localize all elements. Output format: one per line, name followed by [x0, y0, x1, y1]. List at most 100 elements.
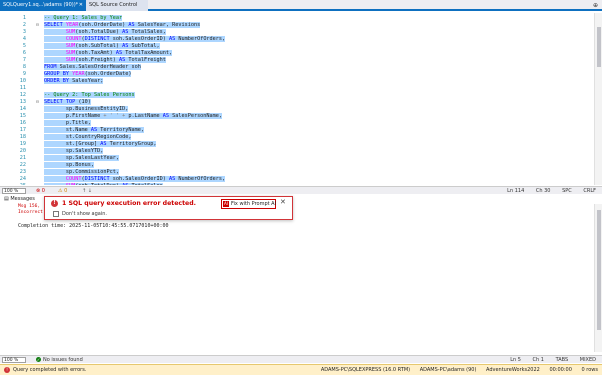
code-text: -- Query 2: Top Sales Persons — [44, 92, 135, 99]
close-popup-icon[interactable]: ✕ — [280, 198, 286, 206]
fix-button-label: Fix with Prompt AI — [231, 201, 277, 207]
fold-toggle-icon[interactable] — [35, 44, 40, 49]
fold-toggle-icon[interactable] — [35, 58, 40, 63]
code-token: SUM — [65, 29, 76, 35]
code-line[interactable]: 15 p.FirstName + ' ' + p.LastName AS Sal… — [0, 113, 594, 120]
fold-toggle-icon[interactable] — [35, 51, 40, 56]
fix-with-prompt-ai-button[interactable]: AI Fix with Prompt AI — [221, 199, 276, 209]
code-line[interactable]: 21 sp.SalesLastYear, — [0, 155, 594, 162]
code-line[interactable]: 12 -- Query 2: Top Sales Persons — [0, 92, 594, 99]
line-number-gutter: 16 — [19, 120, 26, 126]
code-line[interactable]: 13 ⊟ SELECT TOP (10) — [0, 99, 594, 106]
query-editor[interactable]: 1 -- Query 1: Sales by Year 2 ⊟ SELECT YEAR(… — [0, 13, 594, 185]
line-ending[interactable]: MIXED — [580, 357, 596, 363]
code-token: TotalSales — [131, 183, 163, 185]
code-line[interactable]: 6 SUM(soh.TaxAmt) AS TotalTaxAmount, — [0, 50, 594, 57]
fold-toggle-icon[interactable] — [35, 114, 40, 119]
fold-toggle-icon[interactable] — [35, 72, 40, 77]
row-count: 0 rows — [581, 367, 598, 373]
line-number-gutter: 13 — [19, 99, 26, 105]
dont-show-again-label[interactable]: Don't show again. — [62, 210, 107, 218]
code-line[interactable]: 17 st.Name AS TerritoryName, — [0, 127, 594, 134]
fold-toggle-icon[interactable] — [35, 184, 40, 185]
code-token: p.LastName — [125, 113, 163, 119]
no-issues-indicator[interactable]: ✓ No issues found — [36, 356, 83, 364]
editor-cursor-position: Ln 114 Ch 30 SPC CRLF — [497, 187, 596, 195]
column-number: Ch 30 — [535, 188, 551, 194]
warning-count[interactable]: ⚠ 0 — [58, 187, 67, 195]
indent-mode[interactable]: TABS — [556, 357, 569, 363]
line-number-gutter: 3 — [22, 29, 26, 35]
indent-mode[interactable]: SPC — [562, 188, 572, 194]
code-line[interactable]: 19 st.[Group] AS TerritoryGroup, — [0, 141, 594, 148]
code-line[interactable]: 24 COUNT(DISTINCT soh.SalesOrderID) AS N… — [0, 176, 594, 183]
fold-toggle-icon[interactable] — [35, 170, 40, 175]
code-line[interactable]: 23 sp.CommissionPct, — [0, 169, 594, 176]
fold-toggle-icon[interactable] — [35, 163, 40, 168]
pin-icon[interactable]: ⊕ — [593, 0, 598, 11]
code-line[interactable]: 1 -- Query 1: Sales by Year — [0, 15, 594, 22]
tab-messages[interactable]: ▤ Messages — [0, 195, 44, 204]
fold-toggle-icon[interactable] — [35, 121, 40, 126]
fold-toggle-icon[interactable] — [35, 79, 40, 84]
code-line[interactable]: 4 COUNT(DISTINCT soh.SalesOrderID) AS Nu… — [0, 36, 594, 43]
editor-vertical-scrollbar[interactable] — [594, 13, 602, 185]
code-line[interactable]: 10 ORDER BY SalesYear; — [0, 78, 594, 85]
fold-toggle-icon[interactable] — [35, 135, 40, 140]
results-scroll-thumb[interactable] — [597, 210, 601, 330]
dont-show-again-checkbox[interactable] — [53, 211, 59, 217]
code-line[interactable]: 22 sp.Bonus, — [0, 162, 594, 169]
code-token: COUNT — [65, 36, 82, 42]
results-vertical-scrollbar[interactable] — [594, 204, 602, 352]
code-token: p.Title, — [44, 120, 91, 126]
editor-zoom-select[interactable]: 100 % — [2, 188, 26, 194]
tab-sqlquery1[interactable]: SQLQuery1.sq...\adams (90))* ✕ — [0, 0, 86, 11]
fold-toggle-icon[interactable]: ⊟ — [35, 23, 40, 28]
fold-toggle-icon[interactable] — [35, 16, 40, 21]
code-line[interactable]: 20 sp.SalesYTD, — [0, 148, 594, 155]
fold-toggle-icon[interactable] — [35, 93, 40, 98]
fold-toggle-icon[interactable] — [35, 177, 40, 182]
fold-toggle-icon[interactable] — [35, 149, 40, 154]
code-line[interactable]: 18 st.CountryRegionCode, — [0, 134, 594, 141]
fold-toggle-icon[interactable]: ⊟ — [35, 100, 40, 105]
results-zoom-select[interactable]: 100 % — [2, 357, 26, 363]
code-line[interactable]: 3 SUM(soh.TotalDue) AS TotalSales, — [0, 29, 594, 36]
code-line[interactable]: 25 SUM(soh.TotalDue) AS TotalSales — [0, 183, 594, 185]
code-token — [44, 36, 66, 42]
fold-toggle-icon[interactable] — [35, 107, 40, 112]
fold-toggle-icon[interactable] — [35, 30, 40, 35]
code-line[interactable]: 2 ⊟ SELECT YEAR(soh.OrderDate) AS SalesYea… — [0, 22, 594, 29]
code-line[interactable]: 16 p.Title, — [0, 120, 594, 127]
tab-sql-source-control[interactable]: SQL Source Control — [86, 0, 148, 11]
query-status: ! Query completed with errors. — [4, 365, 86, 375]
code-token: NumberOfOrders, — [178, 36, 226, 42]
fold-toggle-icon[interactable] — [35, 156, 40, 161]
code-line[interactable]: 14 sp.BusinessEntityID, — [0, 106, 594, 113]
completion-time: Completion time: 2025-11-05T10:45:55.071… — [18, 223, 169, 229]
fold-toggle-icon[interactable] — [35, 86, 40, 91]
line-ending[interactable]: CRLF — [583, 188, 596, 194]
app-status-bar: ! Query completed with errors. ADAMS-PC\S… — [0, 364, 602, 375]
fold-toggle-icon[interactable] — [35, 128, 40, 133]
tab-sql-source-control-label: SQL Source Control — [89, 2, 138, 8]
code-token: sp.SalesLastYear, — [44, 155, 119, 161]
fold-toggle-icon[interactable] — [35, 37, 40, 42]
fold-toggle-icon[interactable] — [35, 65, 40, 70]
code-text: st.Name AS TerritoryName, — [44, 127, 144, 134]
check-icon: ✓ — [36, 357, 41, 362]
navigate-issues-arrows[interactable]: ↑ ↓ — [82, 187, 92, 195]
user-name: ADAMS-PC\adams (90) — [419, 367, 477, 373]
close-tab-icon[interactable]: ✕ — [79, 0, 83, 11]
code-line[interactable]: 7 SUM(soh.Freight) AS TotalFreight — [0, 57, 594, 64]
code-line[interactable]: 9 GROUP BY YEAR(soh.OrderDate) — [0, 71, 594, 78]
error-icon: ! — [51, 200, 58, 207]
popup-title: 1 SQL query execution error detected. — [62, 200, 197, 207]
code-text: SELECT TOP (10) — [44, 99, 91, 106]
fold-toggle-icon[interactable] — [35, 142, 40, 147]
editor-scroll-thumb[interactable] — [597, 27, 601, 67]
code-line[interactable]: 11 — [0, 85, 594, 92]
code-line[interactable]: 5 SUM(soh.SubTotal) AS SubTotal, — [0, 43, 594, 50]
code-line[interactable]: 8 FROM Sales.SalesOrderHeader soh — [0, 64, 594, 71]
error-count[interactable]: ⊗ 0 — [36, 187, 45, 195]
